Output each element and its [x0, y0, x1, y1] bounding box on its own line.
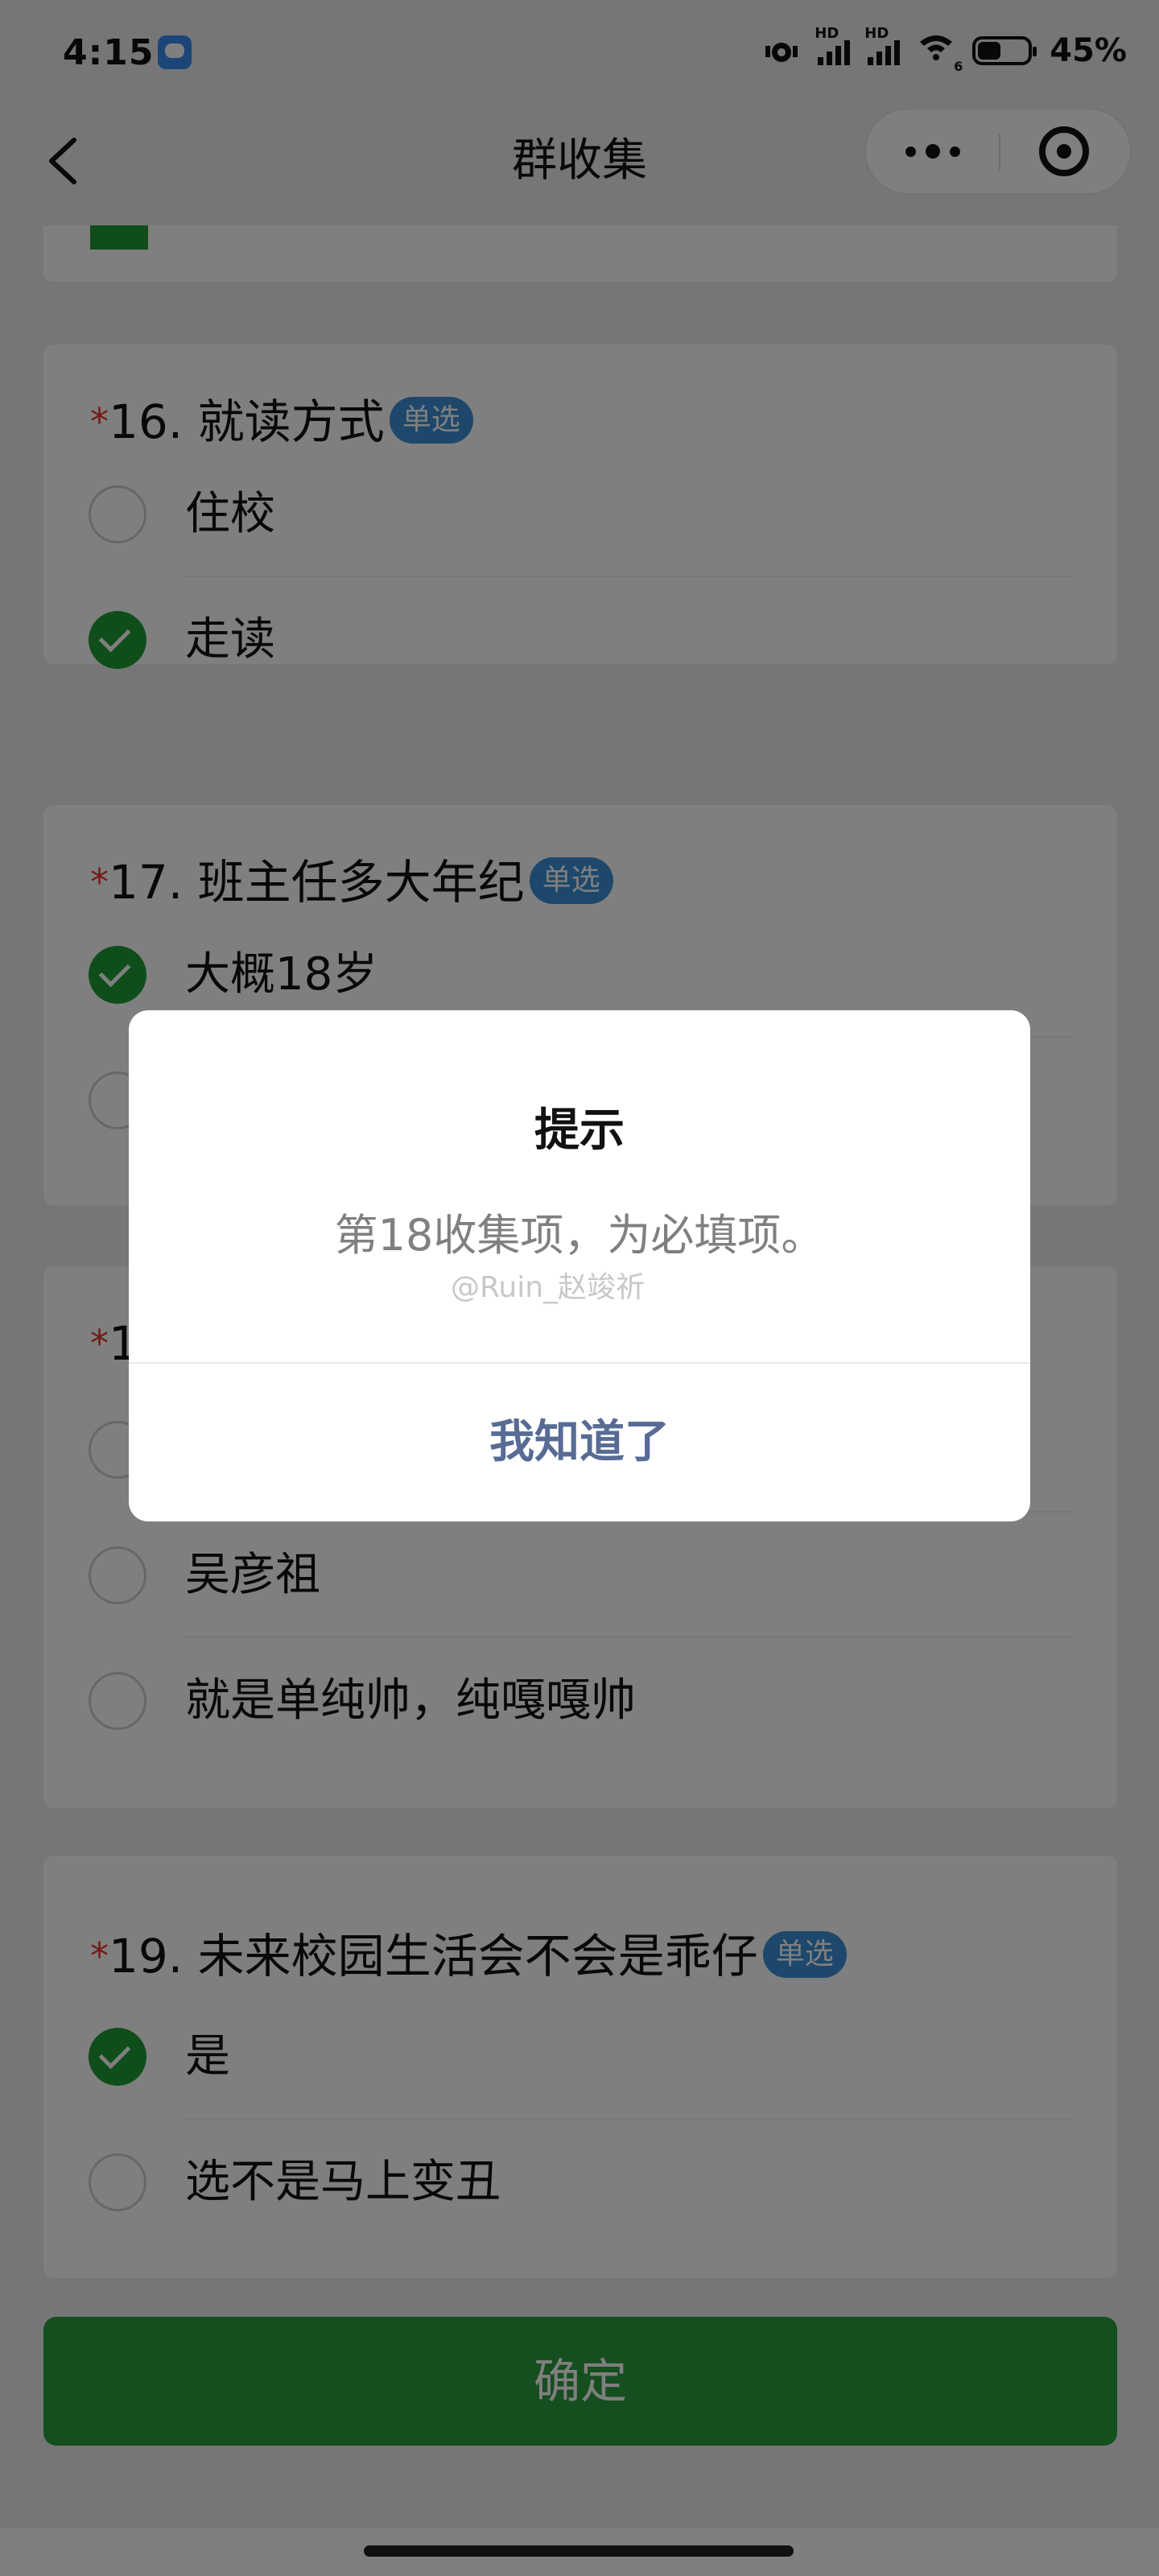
alert-dialog: 提示 第18收集项，为必填项。 @Ruin_赵竣祈 我知道了: [129, 1010, 1030, 1521]
dialog-title: 提示: [534, 1104, 625, 1157]
acknowledge-button[interactable]: 我知道了: [129, 1364, 1030, 1521]
watermark-text: @Ruin_赵竣祈: [451, 1271, 645, 1304]
dialog-message: 第18收集项，为必填项。: [334, 1210, 825, 1261]
